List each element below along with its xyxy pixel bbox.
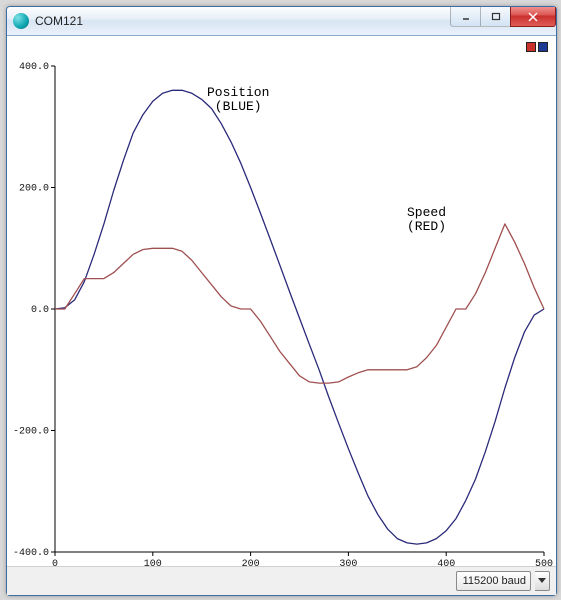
legend-swatch-red: [526, 42, 536, 52]
application-window: COM121 -400.0 -200.0 0.0 200.0 400.0 0 100 200 3…: [6, 6, 557, 596]
chart-svg: -400.0 -200.0 0.0 200.0 400.0 0 100 200 300 400 50…: [7, 56, 556, 576]
annotation-speed: Speed (RED): [407, 206, 446, 233]
svg-text:400.0: 400.0: [19, 62, 49, 73]
minimize-button[interactable]: [450, 7, 480, 27]
svg-text:-200.0: -200.0: [13, 427, 49, 438]
svg-text:100: 100: [144, 559, 162, 570]
close-button[interactable]: [510, 7, 556, 27]
annotation-position: Position (BLUE): [207, 86, 269, 113]
titlebar[interactable]: COM121: [7, 7, 556, 36]
baud-value: 115200 baud: [463, 575, 526, 587]
svg-text:0.0: 0.0: [31, 305, 49, 316]
window-controls: [450, 7, 556, 27]
svg-text:200: 200: [242, 559, 260, 570]
chart: -400.0 -200.0 0.0 200.0 400.0 0 100 200 300 400 50…: [7, 56, 556, 576]
legend-swatch-blue: [538, 42, 548, 52]
svg-text:-400.0: -400.0: [13, 548, 49, 559]
svg-text:500: 500: [535, 559, 553, 570]
window-title: COM121: [35, 14, 83, 28]
svg-text:0: 0: [52, 559, 58, 570]
svg-text:300: 300: [339, 559, 357, 570]
svg-text:400: 400: [437, 559, 455, 570]
plot-area: -400.0-200.00.0200.0400.0010020030040050…: [7, 36, 556, 566]
legend: [526, 42, 548, 52]
app-icon: [13, 13, 29, 29]
svg-text:200.0: 200.0: [19, 184, 49, 195]
chevron-down-icon: [538, 577, 546, 585]
maximize-button[interactable]: [480, 7, 510, 27]
